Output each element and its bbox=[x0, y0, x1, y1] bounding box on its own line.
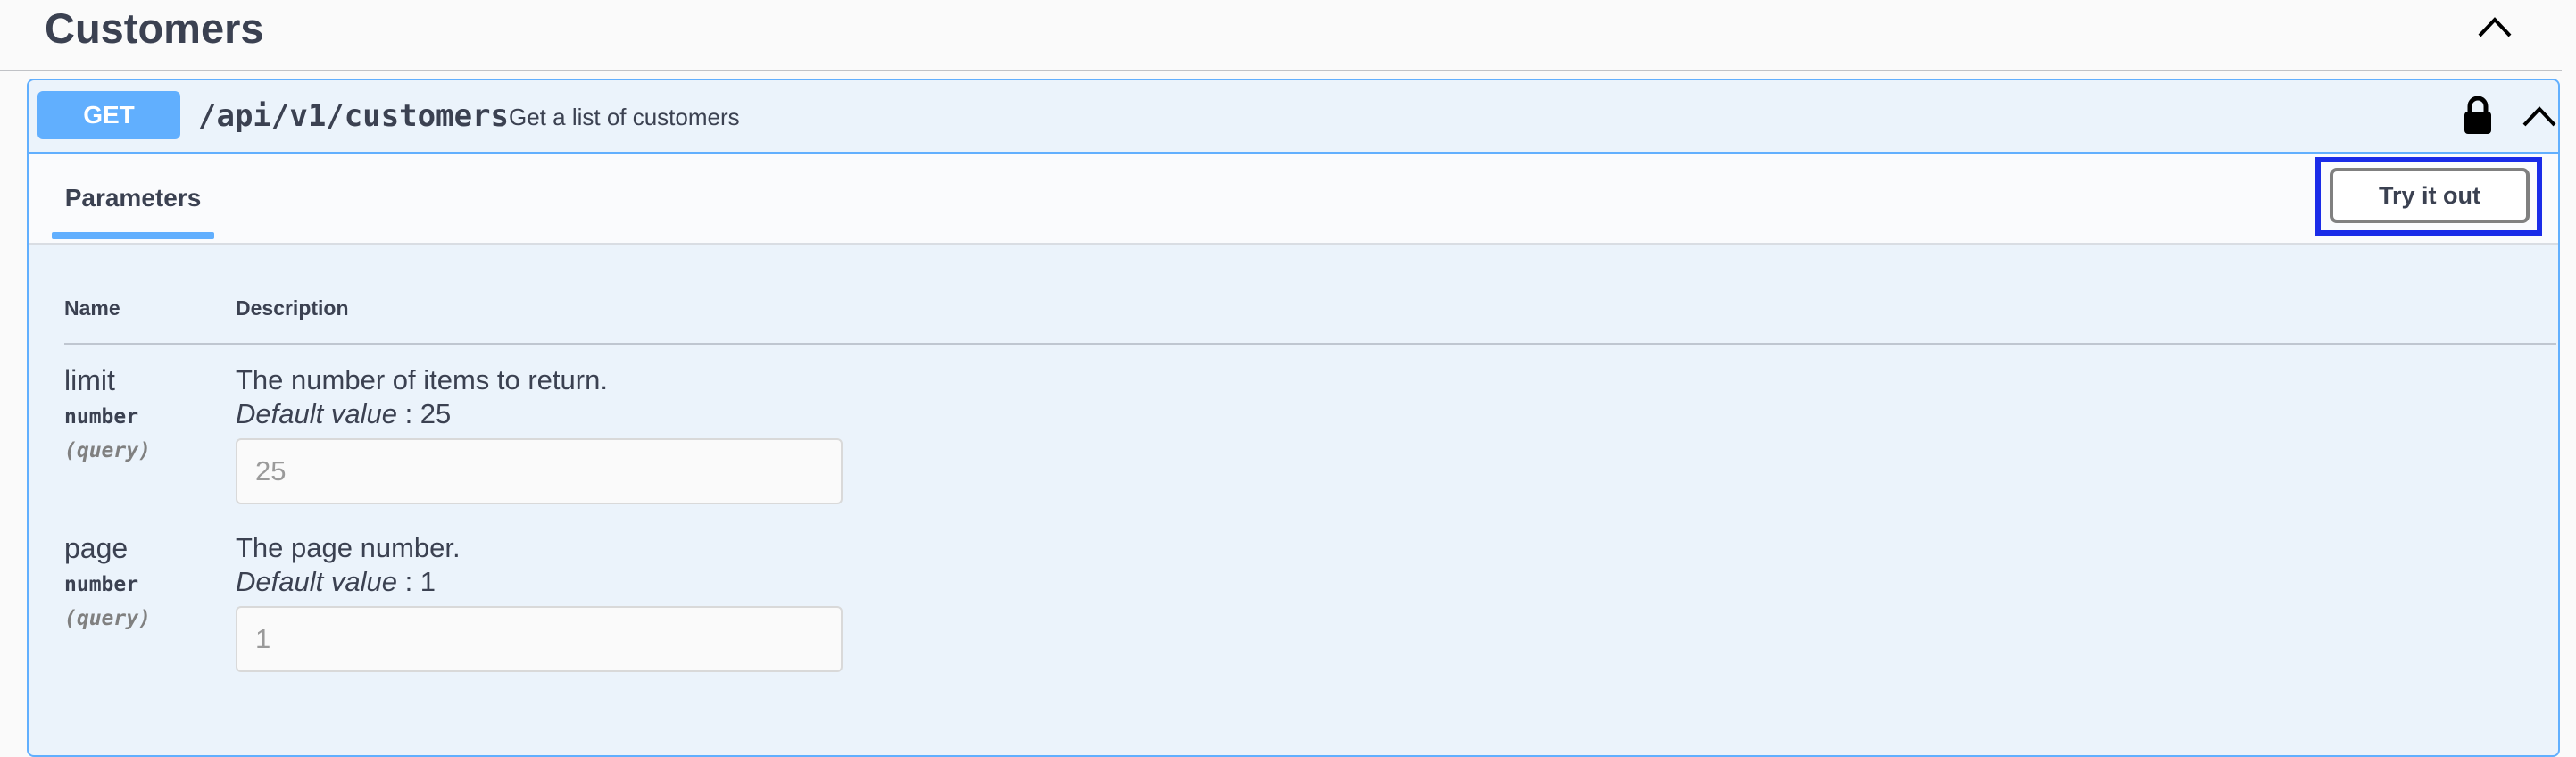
chevron-up-icon[interactable] bbox=[2519, 98, 2560, 134]
parameter-type: number bbox=[64, 573, 139, 596]
parameter-default: Default value : 25 bbox=[236, 398, 451, 430]
tab-active-indicator bbox=[52, 232, 214, 239]
parameter-name: page bbox=[64, 532, 129, 564]
parameter-name: limit bbox=[64, 364, 115, 396]
tab-parameters[interactable]: Parameters bbox=[52, 154, 214, 243]
method-badge: GET bbox=[37, 91, 180, 139]
column-header-description: Description bbox=[236, 296, 349, 320]
default-value: : 25 bbox=[404, 398, 452, 429]
default-value-label: Default value bbox=[236, 398, 397, 429]
try-it-out-button[interactable]: Try it out bbox=[2330, 168, 2530, 223]
column-header-name: Name bbox=[64, 296, 120, 320]
page-input[interactable] bbox=[236, 606, 843, 672]
parameter-location: (query) bbox=[64, 439, 151, 462]
chevron-up-icon[interactable] bbox=[2472, 9, 2517, 45]
parameter-description: The page number. bbox=[236, 532, 461, 563]
header-divider bbox=[64, 343, 2556, 345]
parameter-default: Default value : 1 bbox=[236, 566, 436, 598]
limit-input[interactable] bbox=[236, 438, 843, 504]
parameter-location: (query) bbox=[64, 607, 151, 630]
parameters-section-header: Parameters Try it out bbox=[29, 154, 2558, 245]
operation-summary-text: Get a list of customers bbox=[509, 104, 740, 130]
tag-title: Customers bbox=[45, 4, 264, 52]
default-value: : 1 bbox=[404, 566, 436, 597]
lock-icon[interactable] bbox=[2462, 95, 2494, 136]
operation-path: /api/v1/customers bbox=[198, 98, 509, 134]
parameter-type: number bbox=[64, 405, 139, 428]
parameter-description: The number of items to return. bbox=[236, 364, 608, 395]
operation-summary[interactable]: GET /api/v1/customers Get a list of cust… bbox=[29, 80, 2558, 154]
default-value-label: Default value bbox=[236, 566, 397, 597]
tag-header[interactable]: Customers bbox=[0, 0, 2562, 71]
